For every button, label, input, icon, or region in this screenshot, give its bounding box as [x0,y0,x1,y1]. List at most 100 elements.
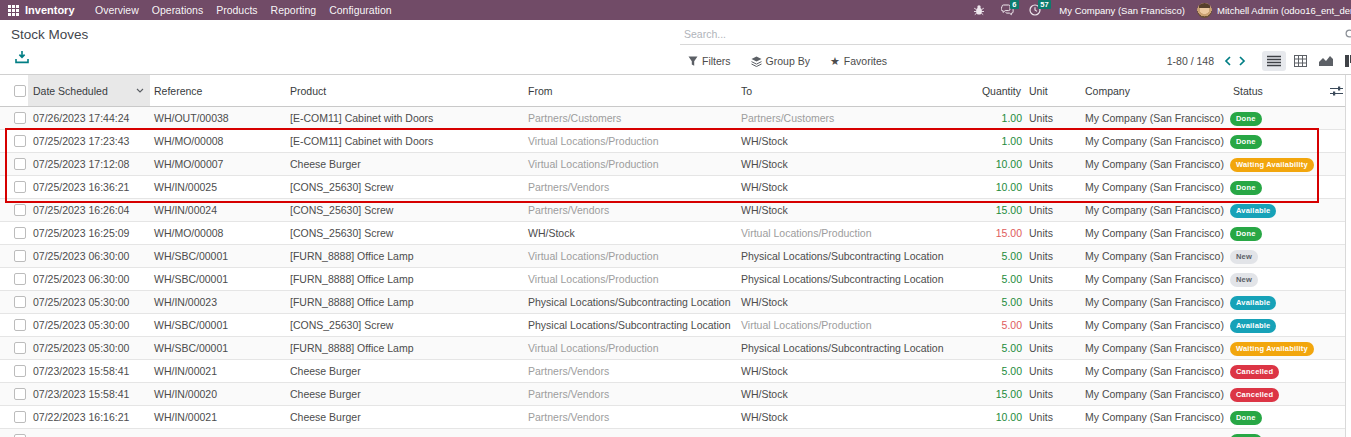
activities-clock-icon[interactable]: 57 [1028,3,1042,17]
cell-date-scheduled: 07/22/2023 16:16:21 [28,411,150,423]
export-icon[interactable] [15,50,29,63]
cell-status: Done [1229,180,1323,195]
apps-menu-icon[interactable] [8,5,19,16]
cell-unit: Units [1025,158,1081,170]
table-row-partial[interactable]: Done [0,429,1351,437]
table-row[interactable]: 07/25/2023 05:30:00WH/IN/00023[FURN_8888… [0,291,1351,314]
search-input[interactable]: Search... [680,24,1351,45]
table-row[interactable]: 07/23/2023 15:58:41WH/IN/00021Cheese Bur… [0,360,1351,383]
status-badge: Done [1230,112,1262,126]
menu-overview[interactable]: Overview [89,4,146,16]
column-header-unit[interactable]: Unit [1025,85,1081,97]
group-by-button[interactable]: Group By [751,55,810,67]
column-header-reference[interactable]: Reference [150,85,286,97]
cell-date-scheduled: 07/25/2023 17:23:43 [28,135,150,147]
cell-quantity: 15.00 [975,388,1025,400]
messages-icon[interactable]: 6 [1000,3,1014,17]
pager-next-button[interactable] [1235,56,1250,66]
cell-product: [CONS_25630] Screw [286,181,524,193]
cell-status: Waiting Availability [1229,341,1323,356]
cell-status: Done [1229,134,1323,149]
top-navbar: Inventory Overview Operations Products R… [0,0,1351,20]
row-checkbox[interactable] [14,365,26,377]
filters-button[interactable]: Filters [688,55,731,67]
row-checkbox[interactable] [14,135,26,147]
select-all-checkbox[interactable] [14,85,26,97]
row-checkbox[interactable] [14,250,26,262]
cell-company: My Company (San Francisco) [1081,319,1229,331]
menu-configuration[interactable]: Configuration [323,4,398,16]
search-icon [1345,29,1351,40]
cell-status: Done [1229,226,1323,241]
column-header-company[interactable]: Company [1081,85,1229,97]
table-row[interactable]: 07/26/2023 17:44:24WH/OUT/00038[E-COM11]… [0,107,1351,130]
menu-operations[interactable]: Operations [145,4,209,16]
cell-to: Partners/Customers [737,112,975,124]
view-switch-list[interactable] [1262,51,1286,71]
table-row[interactable]: 07/25/2023 16:26:04WH/IN/00024[CONS_2563… [0,199,1351,222]
row-checkbox[interactable] [14,112,26,124]
cell-date-scheduled: 07/25/2023 06:30:00 [28,250,150,262]
cell-reference: WH/IN/00024 [150,204,286,216]
table-row[interactable]: 07/25/2023 05:30:00WH/SBC/00001[FURN_888… [0,337,1351,360]
table-row[interactable]: 07/25/2023 06:30:00WH/SBC/00001[FURN_888… [0,268,1351,291]
column-header-date-scheduled[interactable]: Date Scheduled [28,75,150,106]
scrollbar-gutter[interactable] [1345,75,1351,437]
row-checkbox[interactable] [14,181,26,193]
cell-date-scheduled: 07/25/2023 16:25:09 [28,227,150,239]
row-checkbox[interactable] [14,319,26,331]
table-row[interactable]: 07/25/2023 05:30:00WH/SBC/00001[CONS_256… [0,314,1351,337]
status-badge: Done [1230,227,1262,241]
pager-previous-button[interactable] [1220,56,1235,66]
row-checkbox[interactable] [14,158,26,170]
user-avatar[interactable] [1197,3,1212,18]
app-name[interactable]: Inventory [25,4,75,16]
cell-status: Done [1229,111,1323,126]
cell-quantity: 15.00 [975,204,1025,216]
status-badge: Available [1230,319,1276,333]
company-switcher[interactable]: My Company (San Francisco) [1059,5,1185,16]
column-header-to[interactable]: To [737,85,975,97]
favorites-button[interactable]: ★ Favorites [830,55,887,67]
cell-date-scheduled: 07/25/2023 05:30:00 [28,296,150,308]
user-menu[interactable]: Mitchell Admin (odoo16_ent_dem [1217,5,1351,16]
cell-company: My Company (San Francisco) [1081,388,1229,400]
menu-reporting[interactable]: Reporting [264,4,323,16]
cell-to: Virtual Locations/Production [737,319,975,331]
cell-from: Partners/Vendors [524,388,737,400]
row-checkbox[interactable] [14,227,26,239]
column-header-quantity[interactable]: Quantity [975,85,1025,97]
table-header-row: Date Scheduled Reference Product From To… [0,75,1351,107]
row-checkbox[interactable] [14,273,26,285]
cell-quantity: 10.00 [975,158,1025,170]
view-switch-kanban[interactable] [1340,51,1351,71]
pager-range: 1-80 / 148 [1167,55,1214,67]
view-switch-pivot[interactable] [1288,51,1312,71]
row-checkbox[interactable] [14,388,26,400]
cell-date-scheduled: 07/25/2023 16:26:04 [28,204,150,216]
column-header-status[interactable]: Status [1229,85,1323,97]
table-row[interactable]: 07/25/2023 17:12:08WH/MO/00007Cheese Bur… [0,153,1351,176]
menu-products[interactable]: Products [210,4,264,16]
table-row[interactable]: 07/25/2023 06:30:00WH/SBC/00001[FURN_888… [0,245,1351,268]
cell-from: Partners/Customers [524,112,737,124]
cell-reference: WH/SBC/00001 [150,342,286,354]
table-row[interactable]: 07/23/2023 15:58:41WH/IN/00020Cheese Bur… [0,383,1351,406]
cell-unit: Units [1025,204,1081,216]
table-row[interactable]: 07/25/2023 16:36:21WH/IN/00025[CONS_2563… [0,176,1351,199]
cell-product: [FURN_8888] Office Lamp [286,250,524,262]
row-checkbox[interactable] [14,342,26,354]
cell-company: My Company (San Francisco) [1081,135,1229,147]
table-row[interactable]: 07/25/2023 16:25:09WH/MO/00008[CONS_2563… [0,222,1351,245]
table-row[interactable]: 07/22/2023 16:16:21WH/IN/00021Cheese Bur… [0,406,1351,429]
column-header-from[interactable]: From [524,85,737,97]
cell-from: Physical Locations/Subcontracting Locati… [524,319,737,331]
row-checkbox[interactable] [14,296,26,308]
row-checkbox[interactable] [14,411,26,423]
view-switch-graph[interactable] [1314,51,1338,71]
debug-bug-icon[interactable] [972,3,986,17]
column-header-product[interactable]: Product [286,85,524,97]
cell-status: New [1229,272,1323,287]
row-checkbox[interactable] [14,204,26,216]
table-row[interactable]: 07/25/2023 17:23:43WH/MO/00008[E-COM11] … [0,130,1351,153]
